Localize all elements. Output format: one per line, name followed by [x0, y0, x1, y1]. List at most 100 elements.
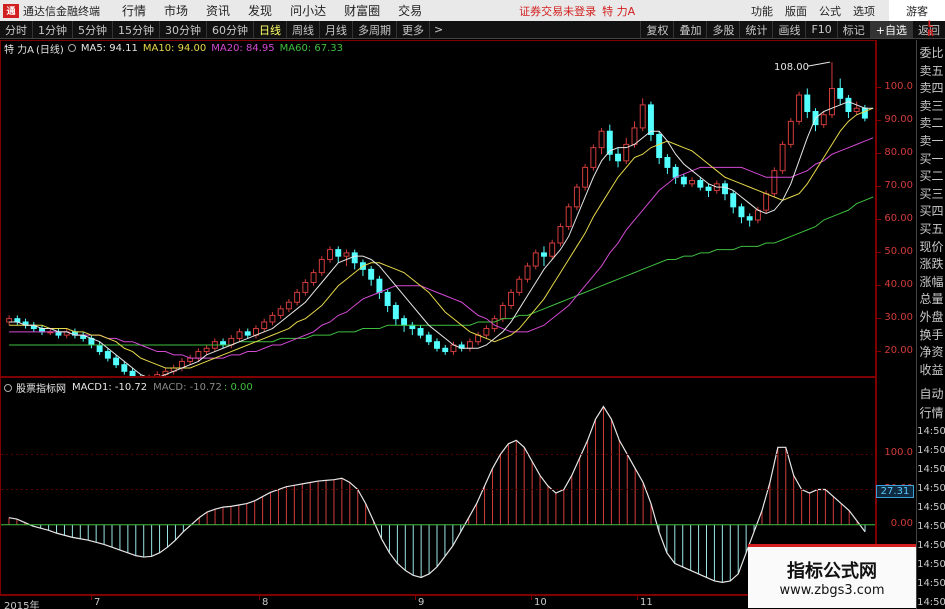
side-field-7[interactable]: 买二 [917, 169, 945, 183]
candle-body-68 [565, 206, 572, 228]
candle-body-50 [417, 328, 424, 336]
candle-body-32 [269, 314, 276, 323]
period-tab-6[interactable]: 日线 [254, 21, 287, 38]
price-tick-6: 40.00 [884, 278, 913, 290]
side-field-8[interactable]: 买三 [917, 187, 945, 201]
menu-wealth[interactable]: 财富圈 [335, 2, 389, 19]
candle-body-33 [277, 308, 284, 316]
period-tab-8[interactable]: 月线 [320, 21, 353, 38]
ma10-line [9, 107, 874, 369]
indicator-settings-icon[interactable] [4, 383, 12, 392]
side-field-1[interactable]: 卖五 [917, 64, 945, 78]
period-tab-2[interactable]: 5分钟 [73, 21, 113, 38]
quote-side-panel: 委比卖五卖四卖三卖二卖一买一买二买三买四买五现价涨跌涨幅总量外盘换手净资收益自动… [916, 40, 945, 609]
menu-market-quotes[interactable]: 行情 [113, 2, 155, 19]
menu-options[interactable]: 选项 [847, 3, 881, 19]
menu-layout[interactable]: 版面 [779, 3, 813, 19]
site-watermark: 指标公式网 www.zbgs3.com [748, 544, 916, 608]
period-tab-1[interactable]: 1分钟 [33, 21, 73, 38]
price-tick-mark-0 [877, 87, 881, 89]
price-axis: 100.0 90.00 80.00 70.00 60.00 50.00 40.00 30.00… [876, 40, 916, 377]
settings-dot-icon[interactable] [67, 44, 76, 52]
side-field-3[interactable]: 卖三 [917, 99, 945, 113]
menu-ask[interactable]: 问小达 [281, 2, 335, 19]
tool-button-7[interactable]: +自选 [869, 21, 912, 38]
side-field-16[interactable]: 换手 [917, 328, 945, 342]
side-field-0[interactable]: 委比 [917, 46, 945, 60]
tool-button-4[interactable]: 画线 [772, 21, 805, 38]
tool-button-3[interactable]: 统计 [739, 21, 772, 38]
side-field-13[interactable]: 涨幅 [917, 275, 945, 289]
tool-button-6[interactable]: 标记 [836, 21, 870, 38]
date-tick-0: 2015年 [4, 601, 40, 609]
period-tab-9[interactable]: 多周期 [353, 21, 397, 38]
period-tab-7[interactable]: 周线 [287, 21, 320, 38]
side-field-18[interactable]: 收益 [917, 363, 945, 377]
side-field-10[interactable]: 买五 [917, 222, 945, 236]
side-field-17[interactable]: 净资 [917, 345, 945, 359]
lr-toggle[interactable]: L R [916, 21, 945, 39]
side-field-14[interactable]: 总量 [917, 292, 945, 306]
side-field-12[interactable]: 涨跌 [917, 257, 945, 271]
price-tick-mark-3 [877, 186, 881, 188]
tool-button-0[interactable]: 复权 [640, 21, 673, 38]
candle-body-101 [837, 87, 844, 99]
tool-button-1[interactable]: 叠加 [673, 21, 706, 38]
price-tick-mark-4 [877, 219, 881, 220]
date-tick-5: 11 [640, 597, 653, 608]
ma5-label: MA5: 94.11 [80, 42, 138, 54]
macd-label: MACD: -10.72 [153, 382, 222, 393]
candle-body-61 [508, 291, 515, 307]
price-tick-mark-5 [877, 251, 881, 253]
side-bottom-item-0[interactable]: 自动 [917, 387, 945, 401]
guest-login-button[interactable]: 游客 [889, 0, 945, 21]
side-field-4[interactable]: 卖二 [917, 116, 945, 130]
macd-chart-canvas [1, 405, 875, 583]
side-bottom-item-1[interactable]: 行情 [917, 406, 945, 420]
period-tab-10[interactable]: 更多 [397, 21, 430, 38]
candlestick-chart[interactable]: 108.009.88 [0, 40, 876, 377]
candle-body-89 [738, 206, 745, 218]
macd-header: 股票指标网 MACD1: -10.72 MACD: -10.72 : 0.00 [4, 380, 253, 395]
menu-market[interactable]: 市场 [155, 2, 197, 19]
menu-discover[interactable]: 发现 [239, 2, 281, 19]
tool-button-2[interactable]: 多股 [706, 21, 739, 38]
menu-function[interactable]: 功能 [745, 3, 779, 19]
candle-body-99 [820, 114, 827, 126]
more-arrow-icon[interactable]: > [430, 23, 443, 36]
period-tab-4[interactable]: 30分钟 [160, 21, 207, 38]
current-stock-name: 特 力A [602, 4, 636, 18]
side-field-2[interactable]: 卖四 [917, 81, 945, 95]
side-field-6[interactable]: 买一 [917, 152, 945, 166]
candle-body-71 [590, 147, 597, 168]
candle-body-58 [483, 328, 490, 336]
macd-chart[interactable] [0, 377, 876, 595]
indicator-title[interactable]: 股票指标网 [16, 380, 66, 395]
side-field-15[interactable]: 外盘 [917, 310, 945, 324]
tool-button-5[interactable]: F10 [805, 21, 836, 38]
side-bottom-item-3: 14:50 [917, 445, 945, 456]
price-tick-8: 20.00 [884, 344, 913, 356]
date-tick-mark-4 [531, 596, 532, 600]
candle-body-80 [664, 157, 671, 168]
candle-body-66 [549, 242, 556, 257]
candle-body-37 [310, 272, 317, 283]
candle-body-85 [705, 186, 712, 191]
menu-news[interactable]: 资讯 [197, 2, 239, 19]
candle-body-18 [154, 374, 161, 376]
candle-body-36 [302, 281, 309, 293]
period-tab-5[interactable]: 60分钟 [207, 21, 254, 38]
side-field-5[interactable]: 卖一 [917, 134, 945, 148]
macd1-label: MACD1: -10.72 [72, 382, 148, 393]
period-tab-0[interactable]: 分时 [0, 21, 33, 38]
period-tab-3[interactable]: 15分钟 [113, 21, 160, 38]
side-field-11[interactable]: 现价 [917, 240, 945, 254]
side-bottom-item-9: 14:50 [917, 559, 945, 570]
menu-trade[interactable]: 交易 [389, 2, 431, 19]
menu-formula[interactable]: 公式 [813, 3, 847, 19]
side-bottom-item-5: 14:50 [917, 483, 945, 494]
candle-body-94 [779, 143, 786, 172]
trade-login-status[interactable]: 证券交易未登录 [519, 3, 596, 19]
side-field-9[interactable]: 买四 [917, 204, 945, 218]
app-title: 通达信金融终端 [23, 4, 100, 18]
